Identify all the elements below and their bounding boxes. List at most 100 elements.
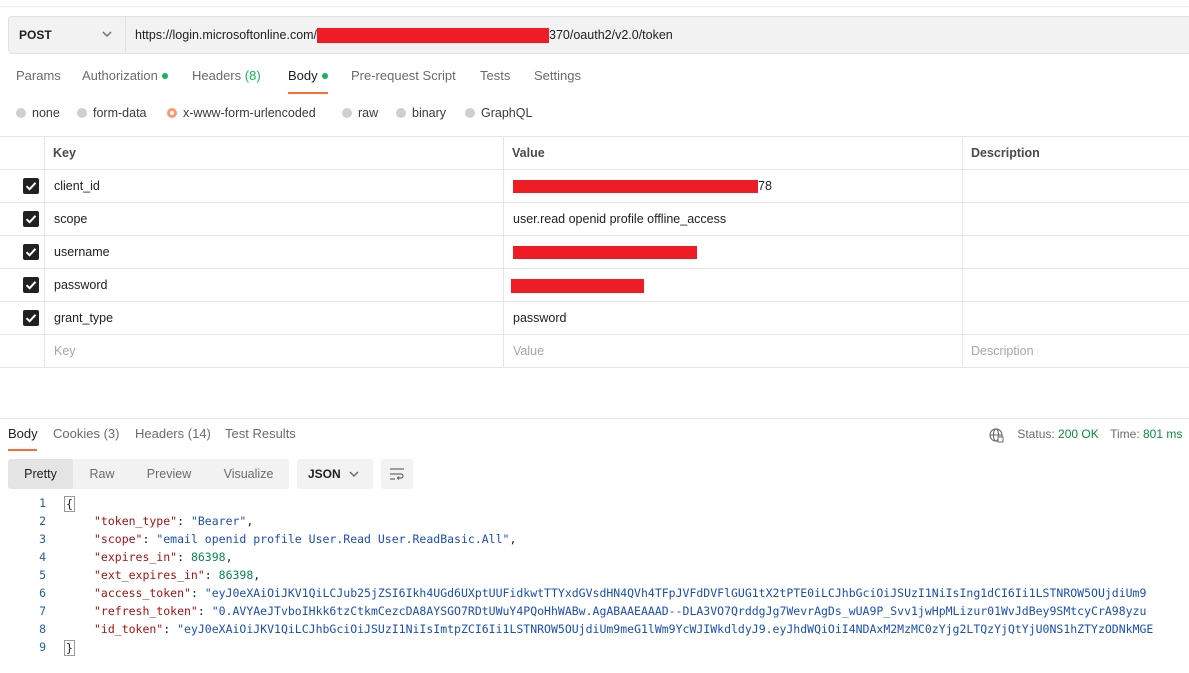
row-key[interactable]: username: [54, 236, 110, 268]
row-value[interactable]: [511, 269, 644, 301]
radio-circle: [16, 107, 26, 118]
line-number: 9: [39, 640, 46, 654]
tab-cookies[interactable]: Cookies (3): [53, 426, 119, 441]
radio-graphql[interactable]: GraphQL: [465, 106, 532, 120]
tab-label: Cookies: [53, 426, 100, 441]
radio-circle: [396, 107, 406, 118]
row-key[interactable]: client_id: [54, 170, 100, 202]
radio-x-www-form-urlencoded[interactable]: x-www-form-urlencoded: [167, 106, 316, 120]
tab-response-headers[interactable]: Headers (14): [135, 426, 211, 441]
redaction-bar: [317, 28, 550, 44]
radio-raw[interactable]: raw: [342, 106, 378, 120]
radio-circle: [342, 107, 352, 118]
tab-count: (3): [103, 426, 120, 441]
radio-none[interactable]: none: [16, 106, 60, 120]
indicator-dot: [321, 72, 328, 79]
response-time[interactable]: 801 ms: [1143, 427, 1182, 441]
value-suffix: 78: [758, 179, 772, 193]
tab-label: Settings: [534, 68, 581, 83]
tab-test-results[interactable]: Test Results: [225, 426, 296, 441]
tab-tests[interactable]: Tests: [480, 68, 510, 83]
tab-response-body[interactable]: Body: [8, 426, 38, 441]
tab-label: Body: [8, 426, 38, 441]
row-value[interactable]: password: [513, 302, 567, 334]
chevron-down-icon: [349, 471, 359, 477]
status-label: Status:: [1017, 427, 1055, 442]
new-value-input[interactable]: Value: [513, 335, 544, 367]
header-value: Value: [512, 146, 545, 160]
top-divider: [0, 0, 1189, 7]
row-key[interactable]: scope: [54, 203, 87, 235]
checkbox-checked-icon[interactable]: [23, 178, 39, 194]
code-line: 7 "refresh_token": "0.AVYAeJTvboIHkk6tzC…: [0, 604, 1189, 622]
radio-label: x-www-form-urlencoded: [183, 106, 316, 120]
response-divider: [0, 418, 1189, 419]
json-value: "eyJ0eXAiOiJKV1QiLCJhbGciOiJSUzI1NiIsImt…: [177, 622, 1154, 636]
tab-count: (8): [244, 68, 261, 83]
radio-label: raw: [358, 106, 379, 120]
tab-label: Authorization: [82, 68, 158, 83]
tab-label: Body: [288, 68, 318, 83]
row-key[interactable]: grant_type: [54, 302, 113, 334]
method-select[interactable]: POST: [9, 17, 126, 53]
line-number: 6: [39, 586, 46, 600]
checkbox-checked-icon[interactable]: [23, 277, 39, 293]
row-value[interactable]: user.read openid profile offline_access: [513, 203, 726, 235]
new-key-input[interactable]: Key: [54, 335, 76, 367]
brace: }: [64, 640, 75, 656]
tab-pre-request-script[interactable]: Pre-request Script: [351, 68, 456, 83]
radio-circle-selected: [167, 107, 177, 118]
code-line: 3 "scope": "email openid profile User.Re…: [0, 532, 1189, 550]
tab-label: Test Results: [225, 426, 296, 441]
response-status: Status: 200 OK Time: 801 ms: [988, 427, 1182, 443]
json-punct: ,: [509, 532, 517, 546]
radio-label: binary: [412, 106, 447, 120]
wrap-lines-button[interactable]: [381, 459, 413, 489]
tab-headers[interactable]: Headers (8): [192, 68, 261, 83]
checkbox-checked-icon[interactable]: [23, 211, 39, 227]
json-punct: ,: [225, 550, 233, 564]
radio-binary[interactable]: binary: [396, 106, 446, 120]
tab-settings[interactable]: Settings: [534, 68, 581, 83]
format-select[interactable]: JSON: [297, 459, 373, 489]
checkbox-checked-icon[interactable]: [23, 244, 39, 260]
tab-params[interactable]: Params: [16, 68, 61, 83]
tab-authorization[interactable]: Authorization: [82, 68, 168, 83]
json-key: "access_token": [94, 586, 191, 600]
status-code[interactable]: 200 OK: [1058, 427, 1099, 441]
table-header-row: Key Value Description: [0, 137, 1189, 170]
view-preview-button[interactable]: Preview: [136, 459, 202, 489]
view-visualize-button[interactable]: Visualize: [212, 459, 285, 489]
url-suffix: 370/oauth2/v2.0/token: [549, 28, 673, 42]
format-label: JSON: [308, 467, 341, 481]
table-row: username: [0, 236, 1189, 269]
new-description-input[interactable]: Description: [971, 335, 1034, 367]
tab-body[interactable]: Body: [288, 68, 328, 83]
table-row: client_id 78: [0, 170, 1189, 203]
time-label: Time:: [1110, 427, 1140, 442]
json-value: "0.AVYAeJTvboIHkk6tzCtkmCezcDA8AYSGO7RDt…: [211, 604, 1147, 618]
table-row: password: [0, 269, 1189, 302]
json-key: "ext_expires_in": [94, 568, 205, 582]
chevron-down-icon: [102, 31, 112, 37]
row-value[interactable]: [513, 236, 697, 268]
radio-circle: [77, 107, 87, 118]
table-row: grant_type password: [0, 302, 1189, 335]
json-punct: ,: [246, 514, 254, 528]
view-pretty-button[interactable]: Pretty: [8, 459, 73, 489]
radio-label: form-data: [93, 106, 147, 120]
json-key: "scope": [94, 532, 143, 546]
json-key: "refresh_token": [94, 604, 198, 618]
radio-label: none: [32, 106, 60, 120]
code-line: 9 }: [0, 640, 1189, 658]
url-input[interactable]: https://login.microsoftonline.com/370/oa…: [135, 28, 673, 44]
tab-count: (14): [187, 426, 211, 441]
row-value[interactable]: 78: [513, 170, 772, 202]
globe-icon[interactable]: [988, 427, 1004, 443]
radio-form-data[interactable]: form-data: [77, 106, 147, 120]
view-raw-button[interactable]: Raw: [78, 459, 126, 489]
row-key[interactable]: password: [54, 269, 108, 301]
json-number: 86398: [218, 568, 254, 582]
redaction-bar: [511, 278, 644, 293]
checkbox-checked-icon[interactable]: [23, 310, 39, 326]
